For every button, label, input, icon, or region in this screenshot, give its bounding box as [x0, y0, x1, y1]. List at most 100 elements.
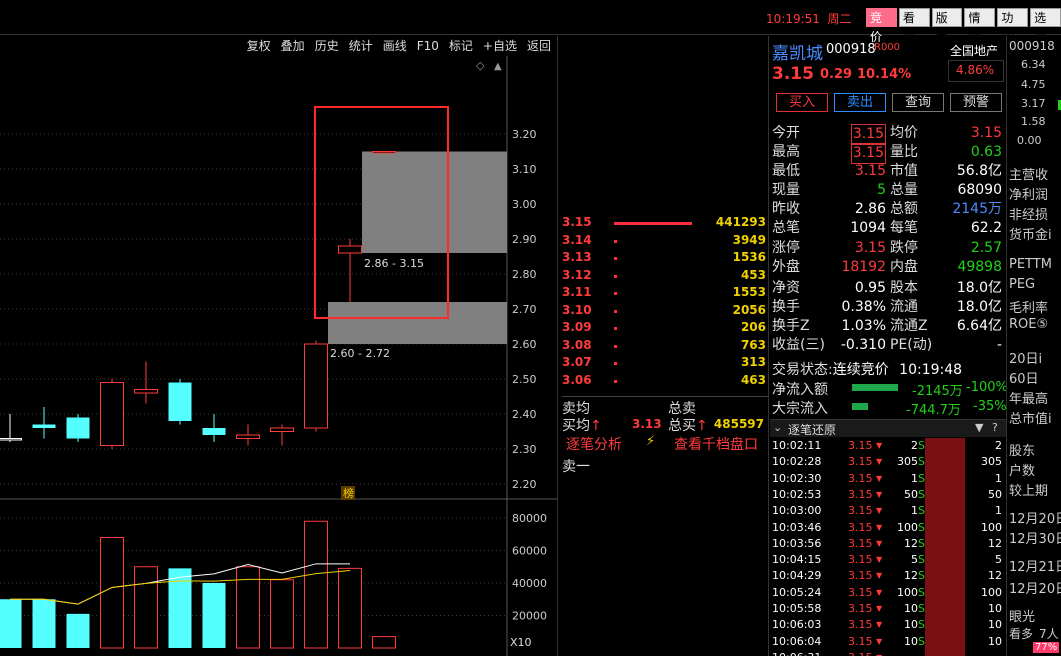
level-bar — [614, 327, 617, 330]
gap-zone-upper — [362, 151, 507, 253]
tick-header-title: 逐笔还原 — [788, 423, 837, 437]
tab-options[interactable]: 选项 — [1030, 8, 1061, 44]
down-arrow-icon: ▼ — [876, 506, 883, 516]
toolbar-history[interactable]: 历史 — [315, 36, 339, 56]
order-book-level[interactable]: 3.08 763 — [562, 338, 768, 356]
order-book-level[interactable]: 3.14 3949 — [562, 233, 768, 251]
diamond-icon[interactable]: ◇ — [476, 59, 485, 72]
toolbar-add-watchlist[interactable]: +自选 — [483, 36, 517, 56]
down-arrow-icon: ▼ — [876, 538, 883, 548]
tick-volume: 100 — [897, 585, 918, 599]
toolbar-adjust[interactable]: 复权 — [247, 36, 271, 56]
stat-label: 换手 — [772, 299, 800, 315]
rc-year-high[interactable]: 年最高 — [1009, 388, 1048, 407]
help-icon[interactable]: ? — [992, 421, 998, 434]
rank-badge[interactable]: 榜 — [343, 486, 354, 500]
depth-link[interactable]: 查看千档盘口 — [674, 434, 758, 454]
flow1-label: 净流入额 — [772, 382, 828, 398]
tick-price: 3.15 — [848, 536, 873, 550]
tick-time: 10:03:46 — [772, 520, 822, 534]
level-volume: 763 — [740, 337, 766, 352]
kline-chart[interactable]: 3.20 3.10 3.00 2.90 2.80 2.70 2.60 2.50 2.40 2.30… — [0, 56, 557, 656]
tick-price: 3.15 — [848, 487, 873, 501]
toolbar-mark[interactable]: 标记 — [449, 36, 473, 56]
quote-stat-row: 换手Z 1.03% 流通Z 6.64亿 — [772, 317, 1004, 336]
rc-gross-margin[interactable]: 毛利率 — [1009, 297, 1048, 316]
toolbar-stats[interactable]: 统计 — [349, 36, 373, 56]
toolbar-draw[interactable]: 画线 — [383, 36, 407, 56]
tab-board[interactable]: 看板 — [898, 8, 930, 44]
quote-stat-row: 现量 5 总量 68090 — [772, 181, 1004, 200]
buy-avg-label: 买均↑ — [562, 415, 602, 435]
tick-analysis-link[interactable]: 逐笔分析 — [566, 434, 622, 454]
stat-value: - — [996, 337, 1002, 353]
total-buy-label: 总买↑ — [668, 415, 708, 435]
toolbar-back[interactable]: 返回 — [527, 36, 551, 56]
quote-stat-row: 最高 3.15 量比 0.63 — [772, 143, 1004, 164]
tick-side: S — [918, 487, 925, 501]
rc-roe[interactable]: ROE⑤ — [1009, 317, 1048, 332]
volume-bar — [32, 599, 56, 648]
rc-pettm[interactable]: PETTM — [1009, 257, 1052, 272]
tick-volume: 5 — [911, 553, 918, 567]
tab-layout[interactable]: 版面 — [931, 8, 963, 44]
down-arrow-icon: ▼ — [876, 650, 882, 656]
tab-functions[interactable]: 功能 — [997, 8, 1029, 44]
tick-price: 3.15 — [848, 585, 873, 599]
order-book-level[interactable]: 3.07 313 — [562, 355, 768, 373]
query-button[interactable]: 查询 — [892, 93, 944, 112]
alert-button[interactable]: 预警 — [950, 93, 1002, 112]
rc-vs-last[interactable]: 较上期 — [1009, 480, 1048, 499]
tick-row: 10:04:29 3.15 ▼ 12 S 12 — [772, 568, 1004, 584]
stat-value: 3.15 — [970, 125, 1002, 141]
triangle-up-icon[interactable]: ▲ — [494, 61, 502, 72]
buy-button[interactable]: 买入 — [776, 93, 828, 112]
rc-vision[interactable]: 眼光 — [1009, 606, 1035, 625]
rc-60day[interactable]: 60日 — [1009, 368, 1039, 387]
tick-row: 10:02:30 3.15 ▼ 1 S 1 — [772, 471, 1004, 487]
tick-volume: 10 — [904, 602, 918, 615]
rc-revenue[interactable]: 主营收 — [1009, 164, 1048, 183]
rc-shareholders[interactable]: 股东 — [1009, 440, 1035, 459]
up-arrow-icon: ↑ — [590, 418, 602, 434]
order-book-level[interactable]: 3.09 206 — [562, 320, 768, 338]
tick-volume: 50 — [904, 487, 918, 501]
order-book-level[interactable]: 3.06 463 — [562, 373, 768, 391]
price-tick-label: 3.20 — [512, 128, 537, 141]
tick-volume: 12 — [904, 536, 918, 550]
flow2-value: -744.7万 — [906, 403, 961, 418]
toolbar-overlay[interactable]: 叠加 — [281, 36, 305, 56]
sell-button[interactable]: 卖出 — [834, 93, 886, 112]
rc-holder-count[interactable]: 户数 — [1009, 460, 1035, 479]
price-tick-label: 2.20 — [512, 478, 537, 491]
tab-auction[interactable]: 竞价 — [866, 8, 897, 44]
filter-icon[interactable]: ▼ — [975, 421, 983, 434]
tick-side: S — [918, 618, 925, 632]
volume-bars — [0, 520, 396, 649]
rc-market-cap[interactable]: 总市值i — [1009, 408, 1052, 427]
rc-20day[interactable]: 20日i — [1009, 348, 1042, 367]
rc-date-3: 12月20日 — [1009, 582, 1061, 597]
level-price: 3.06 — [562, 372, 592, 387]
sector-name[interactable]: 全国地产 — [950, 42, 998, 59]
stock-name: 嘉凯城 — [772, 44, 823, 64]
rc-peg[interactable]: PEG — [1009, 277, 1035, 292]
order-book-level[interactable]: 3.13 1536 — [562, 250, 768, 268]
collapse-icon[interactable]: ⌄ — [773, 421, 782, 434]
order-book-level[interactable]: 3.11 1553 — [562, 285, 768, 303]
toolbar-f10[interactable]: F10 — [417, 36, 439, 56]
rc-cash[interactable]: 货币金i — [1009, 224, 1052, 243]
order-book-level[interactable]: 3.10 2056 — [562, 303, 768, 321]
order-book-level[interactable]: 3.15 441293 — [562, 215, 768, 233]
level-bar — [614, 292, 617, 295]
order-book-level[interactable]: 3.12 453 — [562, 268, 768, 286]
level-volume: 1536 — [732, 250, 766, 264]
rc-nonrecurring[interactable]: 非经损 — [1009, 204, 1048, 223]
stat-label: 内盘 — [890, 259, 918, 275]
down-arrow-icon: ▼ — [876, 441, 883, 450]
rc-net-profit[interactable]: 净利润 — [1009, 184, 1048, 203]
quote-stat-row: 今开 3.15 均价 3.15 — [772, 124, 1004, 145]
tab-sentiment[interactable]: 情绪 — [964, 8, 996, 44]
tick-row: 10:02:28 3.15 ▼ 305 S 305 — [772, 454, 1004, 470]
stat-label: 昨收 — [772, 201, 800, 217]
